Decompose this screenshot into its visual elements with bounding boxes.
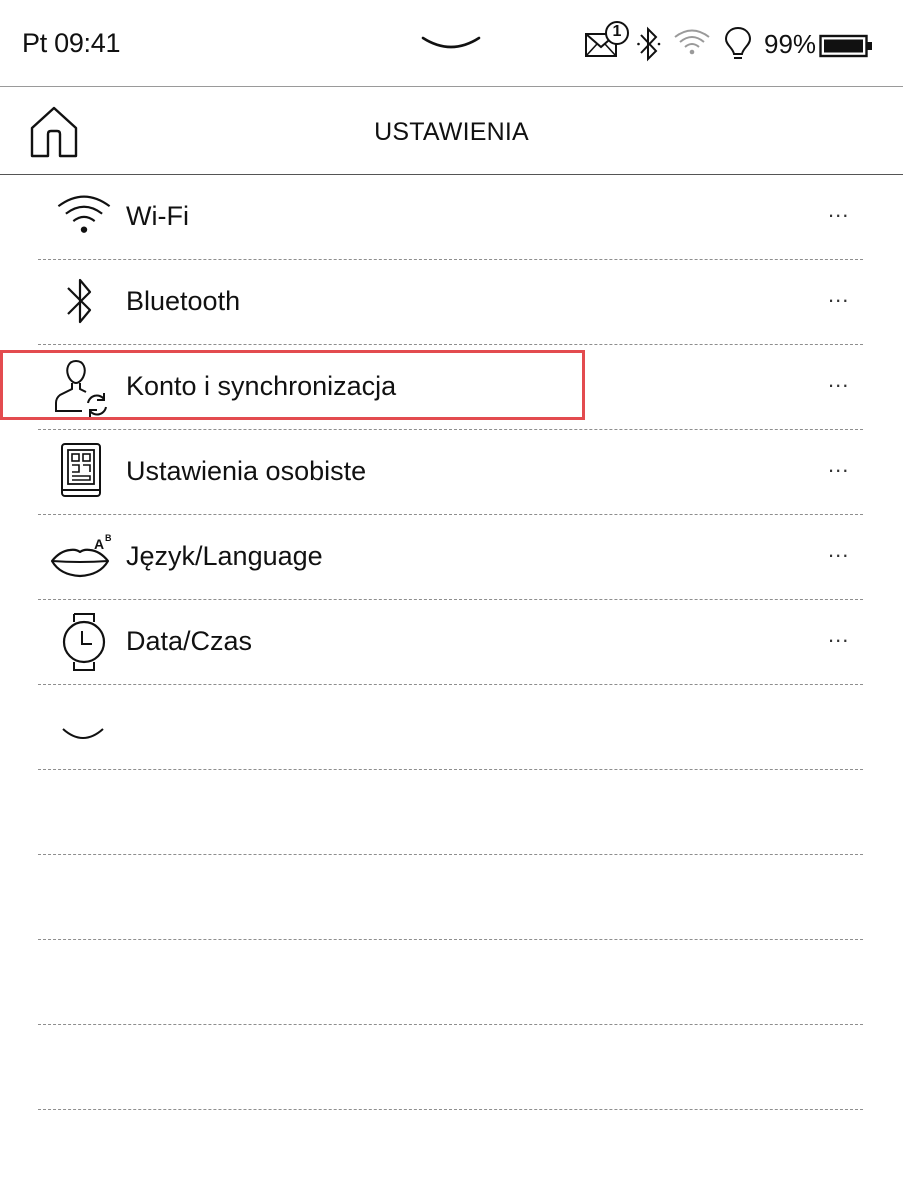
bluetooth-icon	[67, 278, 92, 324]
divider	[38, 854, 863, 855]
divider	[38, 769, 863, 770]
more-icon: ...	[828, 537, 850, 562]
personal-settings-icon	[61, 443, 101, 497]
message-icon[interactable]	[584, 20, 632, 62]
more-icon: ...	[828, 282, 850, 307]
menu-item-language[interactable]: A B Język/Language ...	[0, 515, 903, 600]
menu-item-wifi[interactable]: Wi-Fi ...	[0, 175, 903, 260]
more-icon: ...	[828, 622, 850, 647]
battery-icon	[819, 34, 872, 58]
status-bar: Pt 09:41 1 99%	[0, 0, 903, 87]
wifi-icon[interactable]	[672, 26, 712, 58]
language-icon: A B	[50, 533, 112, 578]
menu-item-label: Bluetooth	[126, 286, 241, 316]
watch-icon	[62, 613, 106, 671]
menu-item-personal-settings[interactable]: Ustawienia osobiste ...	[0, 430, 903, 515]
battery-percent: 99%	[764, 29, 817, 59]
more-icon: ...	[828, 367, 850, 392]
menu-item-label: Wi-Fi	[126, 201, 189, 231]
more-icon: ...	[828, 452, 850, 477]
menu-item-label: Data/Czas	[126, 626, 253, 656]
selection-highlight	[0, 350, 585, 420]
chevron-down-icon[interactable]	[60, 725, 106, 749]
menu-item-label: Język/Language	[126, 541, 323, 571]
expand-more-row[interactable]	[0, 685, 903, 770]
header: USTAWIENIA	[0, 88, 903, 175]
lightbulb-icon[interactable]	[723, 25, 753, 63]
divider	[38, 1109, 863, 1110]
notification-badge: 1	[612, 23, 622, 40]
divider	[38, 1024, 863, 1025]
menu-item-bluetooth[interactable]: Bluetooth ...	[0, 260, 903, 345]
pull-down-chevron-icon[interactable]	[420, 30, 482, 58]
more-icon: ...	[828, 197, 850, 222]
svg-text:A: A	[94, 536, 104, 552]
status-time: Pt 09:41	[22, 28, 121, 58]
bluetooth-icon[interactable]	[636, 24, 662, 64]
wifi-icon	[57, 195, 111, 233]
divider	[38, 939, 863, 940]
page-title: USTAWIENIA	[374, 118, 529, 146]
menu-item-date-time[interactable]: Data/Czas ...	[0, 600, 903, 685]
menu-item-label: Ustawienia osobiste	[126, 456, 367, 486]
svg-text:B: B	[105, 533, 112, 543]
